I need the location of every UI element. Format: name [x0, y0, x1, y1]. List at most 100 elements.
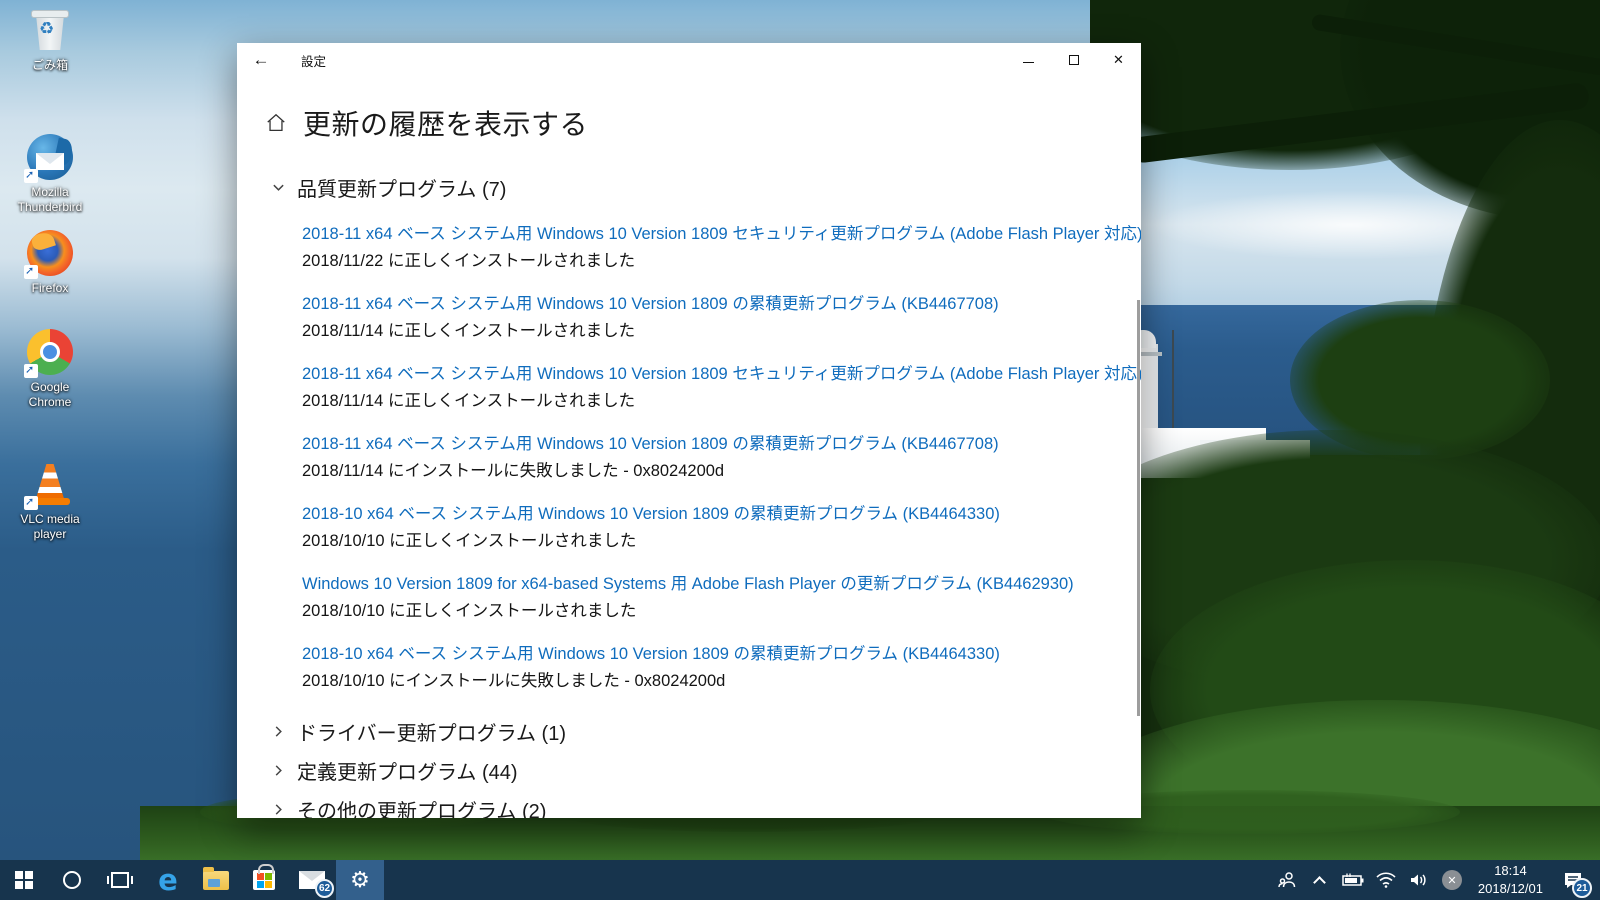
cortana-icon [63, 871, 81, 889]
recycle-bin-icon: ♻ [26, 6, 74, 54]
home-icon [267, 113, 285, 131]
wifi-icon [1376, 872, 1396, 888]
update-entry: 2018-11 x64 ベース システム用 Windows 10 Version… [302, 362, 1141, 413]
update-link[interactable]: 2018-11 x64 ベース システム用 Windows 10 Version… [302, 432, 1141, 456]
window-controls: ✕ [1006, 43, 1141, 77]
edge-button[interactable]: e [144, 860, 192, 900]
section-driver-updates[interactable]: ドライバー更新プログラム (1) [272, 712, 1141, 751]
title-bar[interactable]: ← 設定 ✕ [237, 43, 1141, 77]
shortcut-arrow-icon [24, 495, 38, 510]
update-entry: 2018-10 x64 ベース システム用 Windows 10 Version… [302, 642, 1141, 693]
people-button[interactable] [1274, 860, 1300, 900]
update-status: 2018/11/14 に正しくインストールされました [302, 392, 636, 410]
section-label: 品質更新プログラム (7) [297, 179, 507, 201]
desktop-icon-label: ごみ箱 [31, 58, 68, 72]
disconnected-status-button[interactable]: ✕ [1439, 860, 1465, 900]
chrome-icon [24, 328, 74, 378]
update-status: 2018/10/10 に正しくインストールされました [302, 602, 637, 620]
mail-button[interactable]: 62 [288, 860, 336, 900]
back-button[interactable]: ← [237, 43, 285, 77]
update-list: 2018-11 x64 ベース システム用 Windows 10 Version… [302, 222, 1141, 693]
desktop-icon-thunderbird[interactable]: Mozilla Thunderbird [8, 133, 92, 215]
update-link[interactable]: 2018-10 x64 ベース システム用 Windows 10 Version… [302, 642, 1141, 666]
taskbar-app-icons: e 62 ⚙ [0, 860, 384, 900]
action-center-button[interactable]: 21 [1556, 860, 1592, 900]
volume-icon [1410, 874, 1426, 886]
desktop-icon-label: Mozilla Thunderbird [17, 185, 83, 214]
page-title: 更新の履歴を表示する [303, 109, 589, 140]
update-status: 2018/11/14 に正しくインストールされました [302, 322, 636, 340]
minimize-button[interactable] [1006, 43, 1051, 77]
maximize-button[interactable] [1051, 43, 1096, 77]
section-label: その他の更新プログラム (2) [297, 801, 547, 818]
cortana-button[interactable] [48, 860, 96, 900]
update-link[interactable]: 2018-11 x64 ベース システム用 Windows 10 Version… [302, 292, 1141, 316]
section-label: 定義更新プログラム (44) [297, 762, 518, 784]
desktop-icon-label: Google Chrome [28, 380, 72, 409]
chevron-right-icon [275, 804, 282, 815]
settings-content: 更新の履歴を表示する 品質更新プログラム (7) 2018-11 x64 ベース… [237, 77, 1141, 818]
chevron-right-icon [275, 765, 282, 776]
update-status: 2018/10/10 に正しくインストールされました [302, 532, 637, 550]
people-icon [1278, 872, 1296, 888]
store-icon [253, 864, 275, 890]
section-quality-updates[interactable]: 品質更新プログラム (7) [272, 173, 1141, 202]
wifi-button[interactable] [1373, 860, 1399, 900]
scrollbar[interactable] [1137, 300, 1140, 716]
close-button[interactable]: ✕ [1096, 43, 1141, 77]
update-entry: 2018-11 x64 ベース システム用 Windows 10 Version… [302, 222, 1141, 273]
update-link[interactable]: Windows 10 Version 1809 for x64-based Sy… [302, 572, 1141, 596]
battery-button[interactable] [1340, 860, 1366, 900]
page-header: 更新の履歴を表示する [265, 103, 1141, 143]
update-link[interactable]: 2018-10 x64 ベース システム用 Windows 10 Version… [302, 502, 1141, 526]
chevron-right-icon [275, 726, 282, 737]
show-hidden-icons-button[interactable] [1307, 860, 1333, 900]
store-button[interactable] [240, 860, 288, 900]
wallpaper-foliage [1090, 0, 1600, 860]
x-circle-icon: ✕ [1441, 870, 1462, 890]
chevron-up-icon [1313, 875, 1327, 889]
desktop-icon-label: Firefox [31, 281, 69, 295]
thunderbird-icon [24, 133, 75, 183]
system-tray: ✕ 18:14 2018/12/01 21 [1274, 860, 1600, 900]
task-view-icon [107, 872, 133, 888]
shortcut-arrow-icon [24, 264, 38, 279]
desktop-icon-label: VLC media player [20, 512, 80, 541]
settings-taskbar-button[interactable]: ⚙ [336, 860, 384, 900]
taskbar-clock[interactable]: 18:14 2018/12/01 [1472, 862, 1549, 897]
task-view-button[interactable] [96, 860, 144, 900]
battery-icon [1342, 873, 1364, 886]
clock-time: 18:14 [1494, 863, 1527, 879]
update-entry: Windows 10 Version 1809 for x64-based Sy… [302, 572, 1141, 623]
section-definition-updates[interactable]: 定義更新プログラム (44) [272, 751, 1141, 790]
desktop-icon-list: ♻ ごみ箱 Mozilla Thunderbird Firefox Google… [8, 6, 92, 542]
desktop-icon-recycle-bin[interactable]: ♻ ごみ箱 [8, 6, 92, 73]
update-entry: 2018-11 x64 ベース システム用 Windows 10 Version… [302, 432, 1141, 483]
update-entry: 2018-11 x64 ベース システム用 Windows 10 Version… [302, 292, 1141, 343]
update-entry: 2018-10 x64 ベース システム用 Windows 10 Version… [302, 502, 1141, 553]
mail-unread-badge: 62 [315, 879, 334, 898]
clock-date: 2018/12/01 [1477, 881, 1543, 896]
volume-button[interactable] [1406, 860, 1432, 900]
chevron-down-icon [273, 184, 284, 191]
edge-icon: e [158, 862, 178, 897]
vlc-icon [24, 460, 74, 510]
update-link[interactable]: 2018-11 x64 ベース システム用 Windows 10 Version… [302, 362, 1141, 386]
firefox-icon [24, 229, 74, 279]
update-status: 2018/11/22 に正しくインストールされました [302, 252, 636, 270]
desktop-icon-chrome[interactable]: Google Chrome [8, 328, 92, 410]
shortcut-arrow-icon [24, 168, 38, 183]
update-status: 2018/11/14 にインストールに失敗しました - 0x8024200d [302, 462, 725, 480]
desktop-icon-vlc[interactable]: VLC media player [8, 460, 92, 542]
collapsed-section-list: ドライバー更新プログラム (1) 定義更新プログラム (44) その他の更新プロ… [237, 712, 1141, 818]
section-other-updates[interactable]: その他の更新プログラム (2) [272, 790, 1141, 818]
update-status: 2018/10/10 にインストールに失敗しました - 0x8024200d [302, 672, 726, 690]
desktop-screen: ♻ ごみ箱 Mozilla Thunderbird Firefox Google… [0, 0, 1600, 900]
start-button[interactable] [0, 860, 48, 900]
file-explorer-button[interactable] [192, 860, 240, 900]
windows-logo-icon [15, 871, 33, 889]
update-link[interactable]: 2018-11 x64 ベース システム用 Windows 10 Version… [302, 222, 1141, 246]
action-center-badge: 21 [1572, 878, 1592, 898]
desktop-icon-firefox[interactable]: Firefox [8, 229, 92, 296]
section-label: ドライバー更新プログラム (1) [297, 723, 566, 745]
